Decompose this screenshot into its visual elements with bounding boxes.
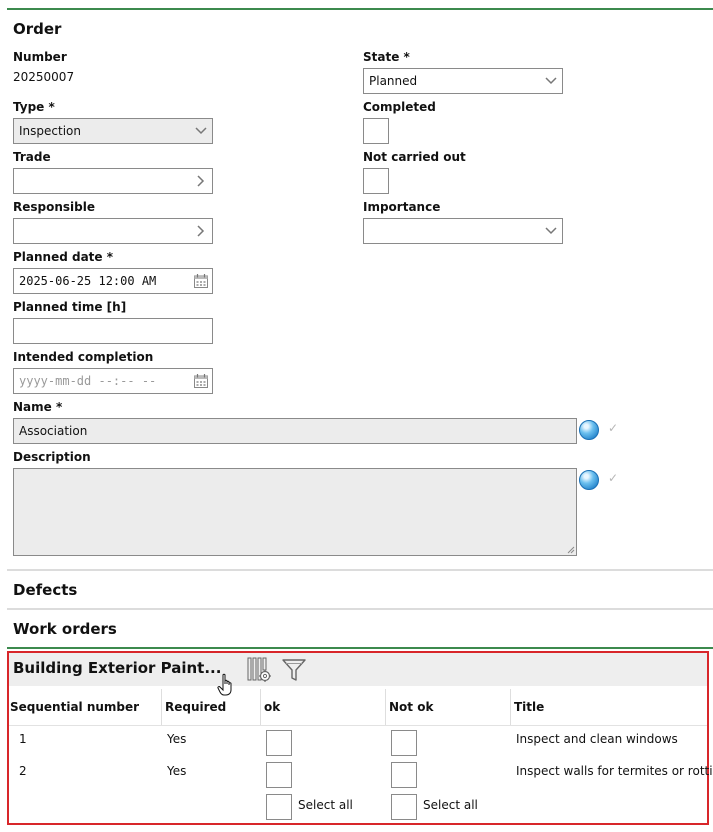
column-header-required[interactable]: Required xyxy=(165,700,226,714)
intended-completion-placeholder: yyyy-mm-dd --:-- -- xyxy=(19,374,157,388)
row-2-title: Inspect walls for termites or rotting xyxy=(516,764,713,778)
column-header-sequential-number[interactable]: Sequential number xyxy=(10,700,139,714)
column-settings-icon[interactable] xyxy=(247,657,273,686)
not-carried-out-checkbox[interactable] xyxy=(363,168,389,194)
row-1-title: Inspect and clean windows xyxy=(516,732,678,746)
row-2-required: Yes xyxy=(167,764,187,778)
responsible-lookup-field[interactable] xyxy=(13,218,213,244)
column-divider xyxy=(510,689,511,725)
planned-time-input[interactable] xyxy=(13,318,213,344)
section-divider xyxy=(7,608,713,610)
column-divider xyxy=(260,689,261,725)
responsible-label: Responsible xyxy=(13,200,95,214)
intended-completion-input[interactable]: yyyy-mm-dd --:-- -- xyxy=(13,368,213,394)
importance-select[interactable] xyxy=(363,218,563,244)
completed-checkbox[interactable] xyxy=(363,118,389,144)
planned-date-label: Planned date * xyxy=(13,250,114,264)
column-divider xyxy=(385,689,386,725)
chevron-right-icon[interactable] xyxy=(190,169,212,193)
column-divider xyxy=(161,689,162,725)
select-all-ok-checkbox[interactable] xyxy=(266,794,292,820)
intended-completion-label: Intended completion xyxy=(13,350,154,364)
chevron-right-icon[interactable] xyxy=(190,219,212,243)
calendar-icon[interactable] xyxy=(190,269,212,293)
select-all-not-ok-label[interactable]: Select all xyxy=(423,798,478,812)
checklist-title[interactable]: Building Exterior Paint... xyxy=(13,659,221,677)
description-label: Description xyxy=(13,450,91,464)
chevron-down-icon xyxy=(540,69,562,93)
globe-icon[interactable] xyxy=(579,470,599,490)
state-label: State * xyxy=(363,50,410,64)
column-header-ok[interactable]: ok xyxy=(264,700,280,714)
select-all-not-ok-checkbox[interactable] xyxy=(391,794,417,820)
name-input[interactable]: Association xyxy=(13,418,577,444)
row-1-required: Yes xyxy=(167,732,187,746)
state-select[interactable]: Planned xyxy=(363,68,563,94)
row-2-ok-checkbox[interactable] xyxy=(266,762,292,788)
check-icon[interactable]: ✓ xyxy=(608,421,618,435)
globe-icon[interactable] xyxy=(579,420,599,440)
planned-date-input[interactable]: 2025-06-25 12:00 AM xyxy=(13,268,213,294)
name-value: Association xyxy=(19,424,88,438)
type-select[interactable]: Inspection xyxy=(13,118,213,144)
name-label: Name * xyxy=(13,400,63,414)
row-1-not-ok-checkbox[interactable] xyxy=(391,730,417,756)
importance-label: Importance xyxy=(363,200,441,214)
hand-cursor-icon xyxy=(217,673,235,700)
completed-label: Completed xyxy=(363,100,436,114)
top-accent-line xyxy=(7,8,713,10)
row-2-sequential: 2 xyxy=(19,764,27,778)
type-select-value: Inspection xyxy=(19,124,81,138)
planned-time-label: Planned time [h] xyxy=(13,300,127,314)
section-divider xyxy=(7,647,713,649)
number-label: Number xyxy=(13,50,67,64)
calendar-icon[interactable] xyxy=(190,369,212,393)
column-header-title[interactable]: Title xyxy=(514,700,544,714)
row-2-not-ok-checkbox[interactable] xyxy=(391,762,417,788)
planned-date-value: 2025-06-25 12:00 AM xyxy=(19,274,157,288)
number-value: 20250007 xyxy=(13,70,75,84)
description-textarea[interactable] xyxy=(13,468,577,556)
chevron-down-icon xyxy=(540,219,562,243)
not-carried-out-label: Not carried out xyxy=(363,150,466,164)
check-icon[interactable]: ✓ xyxy=(608,471,618,485)
column-header-not-ok[interactable]: Not ok xyxy=(389,700,433,714)
type-label: Type * xyxy=(13,100,55,114)
section-divider xyxy=(7,569,713,571)
trade-label: Trade xyxy=(13,150,51,164)
row-1-sequential: 1 xyxy=(19,732,27,746)
chevron-down-icon xyxy=(190,119,212,143)
row-1-ok-checkbox[interactable] xyxy=(266,730,292,756)
select-all-ok-label[interactable]: Select all xyxy=(298,798,353,812)
resize-handle-icon[interactable] xyxy=(567,546,575,554)
trade-lookup-field[interactable] xyxy=(13,168,213,194)
defects-section-header[interactable]: Defects xyxy=(13,581,77,599)
header-divider xyxy=(9,725,707,726)
work-orders-section-header[interactable]: Work orders xyxy=(13,620,117,638)
state-select-value: Planned xyxy=(369,74,418,88)
filter-icon[interactable] xyxy=(281,657,307,686)
order-section-title: Order xyxy=(13,20,62,38)
